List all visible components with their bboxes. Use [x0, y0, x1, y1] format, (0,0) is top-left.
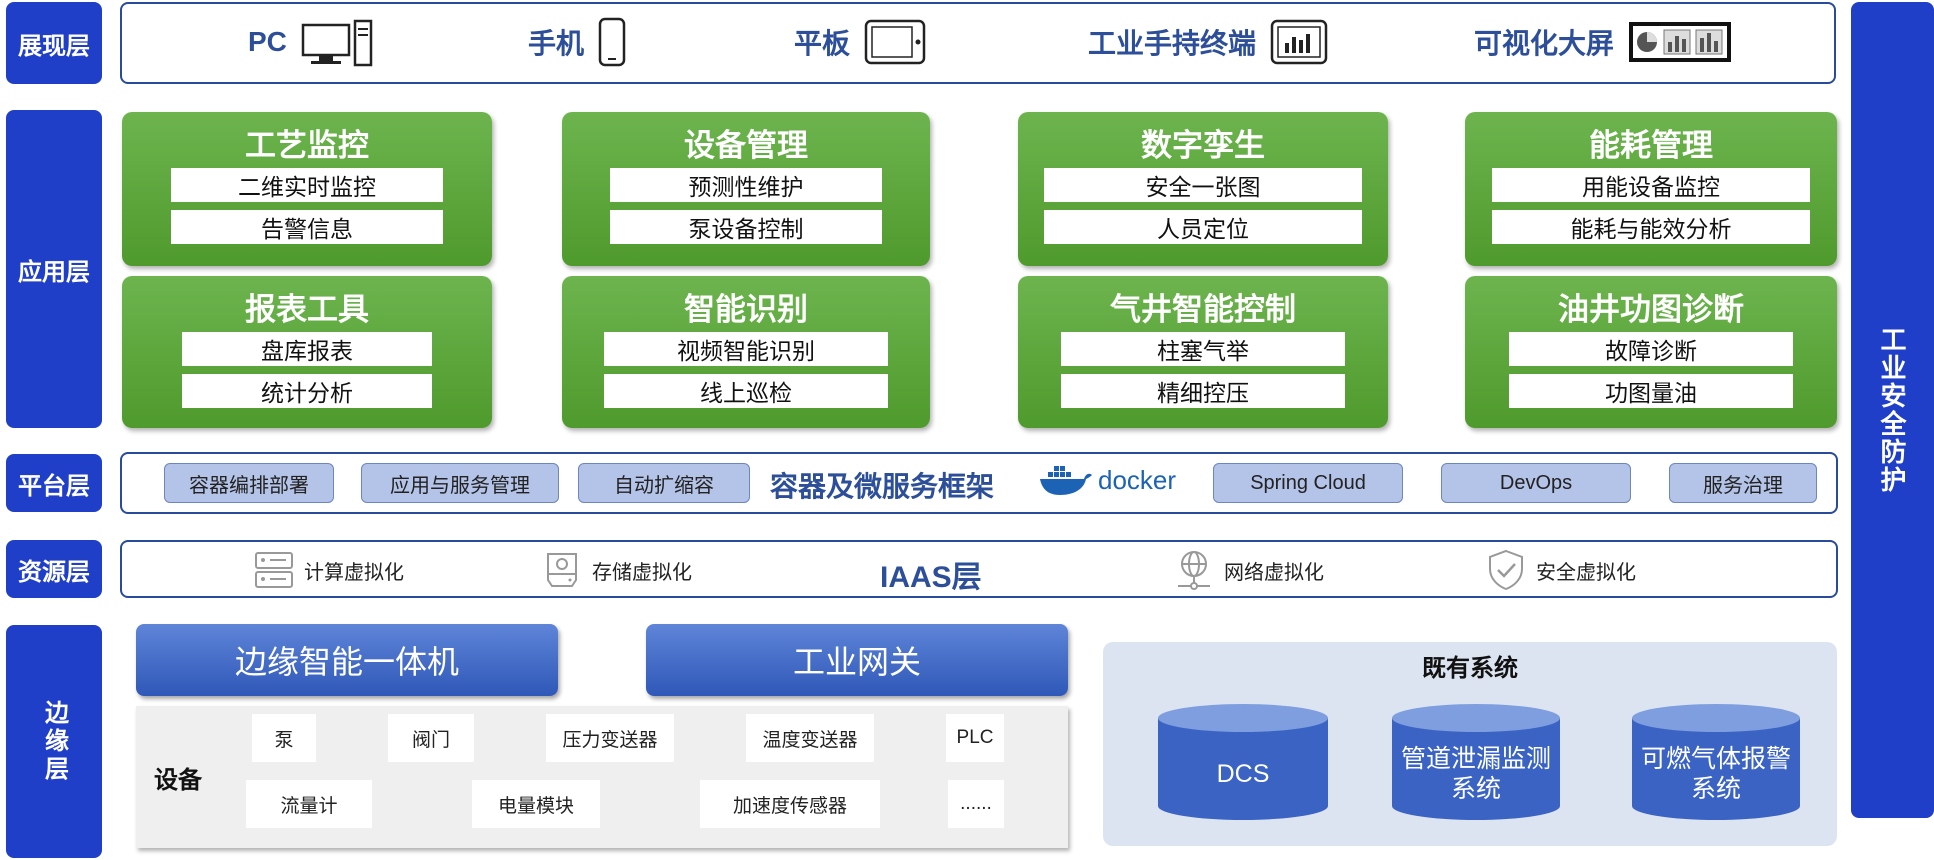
- legacy-system-label: 管道泄漏监测 系统: [1400, 745, 1551, 803]
- resource-label: 安全虚拟化: [1536, 561, 1636, 584]
- app-module-item: 二维实时监控: [171, 168, 443, 202]
- legacy-system-label: 可燃气体报警 系统: [1640, 745, 1791, 803]
- phone-icon: [598, 17, 626, 67]
- layer-label-platform: 平台层: [6, 454, 102, 512]
- equipment-item: 加速度传感器: [700, 780, 880, 828]
- gateway-button: 工业网关: [646, 624, 1068, 696]
- docker-logo: docker: [1038, 463, 1176, 497]
- resource-item-storage: 存储虚拟化: [542, 548, 692, 592]
- device-label: 平板: [794, 28, 851, 59]
- app-module-item: 故障诊断: [1509, 332, 1793, 366]
- platform-item: 服务治理: [1669, 463, 1817, 503]
- app-module-item: 视频智能识别: [604, 332, 888, 366]
- resource-label: 计算虚拟化: [304, 561, 404, 584]
- legacy-system-cylinder: 管道泄漏监测 系统: [1392, 704, 1560, 820]
- shield-icon: [1489, 549, 1523, 591]
- big-screen-icon: [1629, 22, 1732, 62]
- app-module-card: 数字孪生安全一张图人员定位: [1018, 112, 1388, 266]
- device-label: PC: [248, 26, 287, 57]
- docker-label: docker: [1098, 464, 1177, 495]
- platform-item: DevOps: [1441, 463, 1631, 503]
- app-module-item: 用能设备监控: [1492, 168, 1810, 202]
- app-module-card: 工艺监控二维实时监控 告警信息: [122, 112, 492, 266]
- equipment-item: 电量模块: [472, 780, 600, 828]
- app-module-item: 安全一张图: [1044, 168, 1362, 202]
- app-module-title: 报表工具: [245, 292, 369, 327]
- app-module-item: 功图量油: [1509, 374, 1793, 408]
- app-module-card: 智能识别视频智能识别 线上巡检: [562, 276, 930, 428]
- app-module-item: 告警信息: [171, 210, 443, 244]
- app-module-item: 人员定位: [1044, 210, 1362, 244]
- app-module-card: 能耗管理用能设备监控 能耗与能效分析: [1465, 112, 1837, 266]
- app-module-card: 报表工具盘库报表统计分析: [122, 276, 492, 428]
- layer-label-application: 应用层: [6, 110, 102, 428]
- app-module-item: 能耗与能效分析: [1492, 210, 1810, 244]
- app-module-item: 预测性维护: [610, 168, 882, 202]
- security-bar: 工业安全防护: [1851, 2, 1934, 818]
- docker-whale-icon: [1040, 466, 1092, 495]
- app-module-item: 精细控压: [1061, 374, 1345, 408]
- app-module-card: 设备管理预测性维护泵设备控制: [562, 112, 930, 266]
- network-icon: [1178, 551, 1210, 590]
- resource-label: 存储虚拟化: [592, 561, 692, 584]
- equipment-label: 设备: [154, 767, 202, 794]
- handheld-terminal-icon: [1270, 19, 1328, 65]
- resource-item-compute: 计算虚拟化: [254, 548, 404, 592]
- edge-box-button: 边缘智能一体机: [136, 624, 558, 696]
- equipment-item: 流量计: [246, 780, 372, 828]
- pc-icon: [301, 19, 373, 67]
- app-module-card: 油井功图诊断故障诊断功图量油: [1465, 276, 1837, 428]
- resource-item-security: 安全虚拟化: [1486, 548, 1636, 592]
- app-module-item: 线上巡检: [604, 374, 888, 408]
- device-tablet: 平板: [794, 12, 926, 72]
- app-module-card: 气井智能控制柱塞气举精细控压: [1018, 276, 1388, 428]
- app-module-title: 能耗管理: [1589, 128, 1713, 163]
- app-module-item: 柱塞气举: [1061, 332, 1345, 366]
- tablet-icon: [864, 19, 926, 65]
- equipment-item: 阀门: [388, 714, 474, 762]
- equipment-item: 温度变送器: [746, 714, 874, 762]
- app-module-title: 气井智能控制: [1110, 292, 1296, 327]
- legacy-system-label: DCS: [1216, 760, 1270, 788]
- device-big-screen: 可视化大屏: [1474, 12, 1732, 72]
- app-module-item: 泵设备控制: [610, 210, 882, 244]
- device-label: 手机: [528, 28, 585, 59]
- equipment-item: 泵: [252, 714, 316, 762]
- layer-label-resource: 资源层: [6, 540, 102, 598]
- resource-label: 网络虚拟化: [1224, 561, 1324, 584]
- device-label: 可视化大屏: [1474, 28, 1615, 59]
- legacy-system-cylinder: DCS: [1158, 704, 1328, 820]
- storage-icon: [547, 553, 577, 587]
- equipment-item: ......: [948, 780, 1004, 828]
- equipment-item: PLC: [946, 714, 1004, 762]
- equipment-item: 压力变送器: [546, 714, 674, 762]
- platform-item: 自动扩缩容: [578, 463, 750, 503]
- device-phone: 手机: [528, 12, 626, 72]
- device-label: 工业手持终端: [1088, 28, 1257, 59]
- app-module-item: 统计分析: [182, 374, 432, 408]
- device-handheld: 工业手持终端: [1088, 12, 1328, 72]
- layer-label-edge: 边缘层: [6, 625, 102, 858]
- app-module-title: 油井功图诊断: [1558, 292, 1744, 327]
- app-module-title: 设备管理: [684, 128, 808, 163]
- legacy-system-cylinder: 可燃气体报警 系统: [1632, 704, 1800, 820]
- server-icon: [255, 552, 293, 588]
- platform-item: Spring Cloud: [1213, 463, 1403, 503]
- app-module-item: 盘库报表: [182, 332, 432, 366]
- platform-item: 容器编排部署: [164, 463, 334, 503]
- legacy-title: 既有系统: [1422, 655, 1518, 682]
- iaas-title: IAAS层: [880, 561, 982, 594]
- device-pc: PC: [248, 12, 373, 72]
- app-module-title: 数字孪生: [1141, 128, 1265, 163]
- app-module-title: 智能识别: [684, 292, 808, 327]
- platform-title: 容器及微服务框架: [770, 471, 995, 502]
- layer-label-presentation: 展现层: [6, 2, 102, 84]
- resource-item-network: 网络虚拟化: [1174, 548, 1324, 592]
- app-module-title: 工艺监控: [245, 128, 369, 163]
- platform-item: 应用与服务管理: [361, 463, 559, 503]
